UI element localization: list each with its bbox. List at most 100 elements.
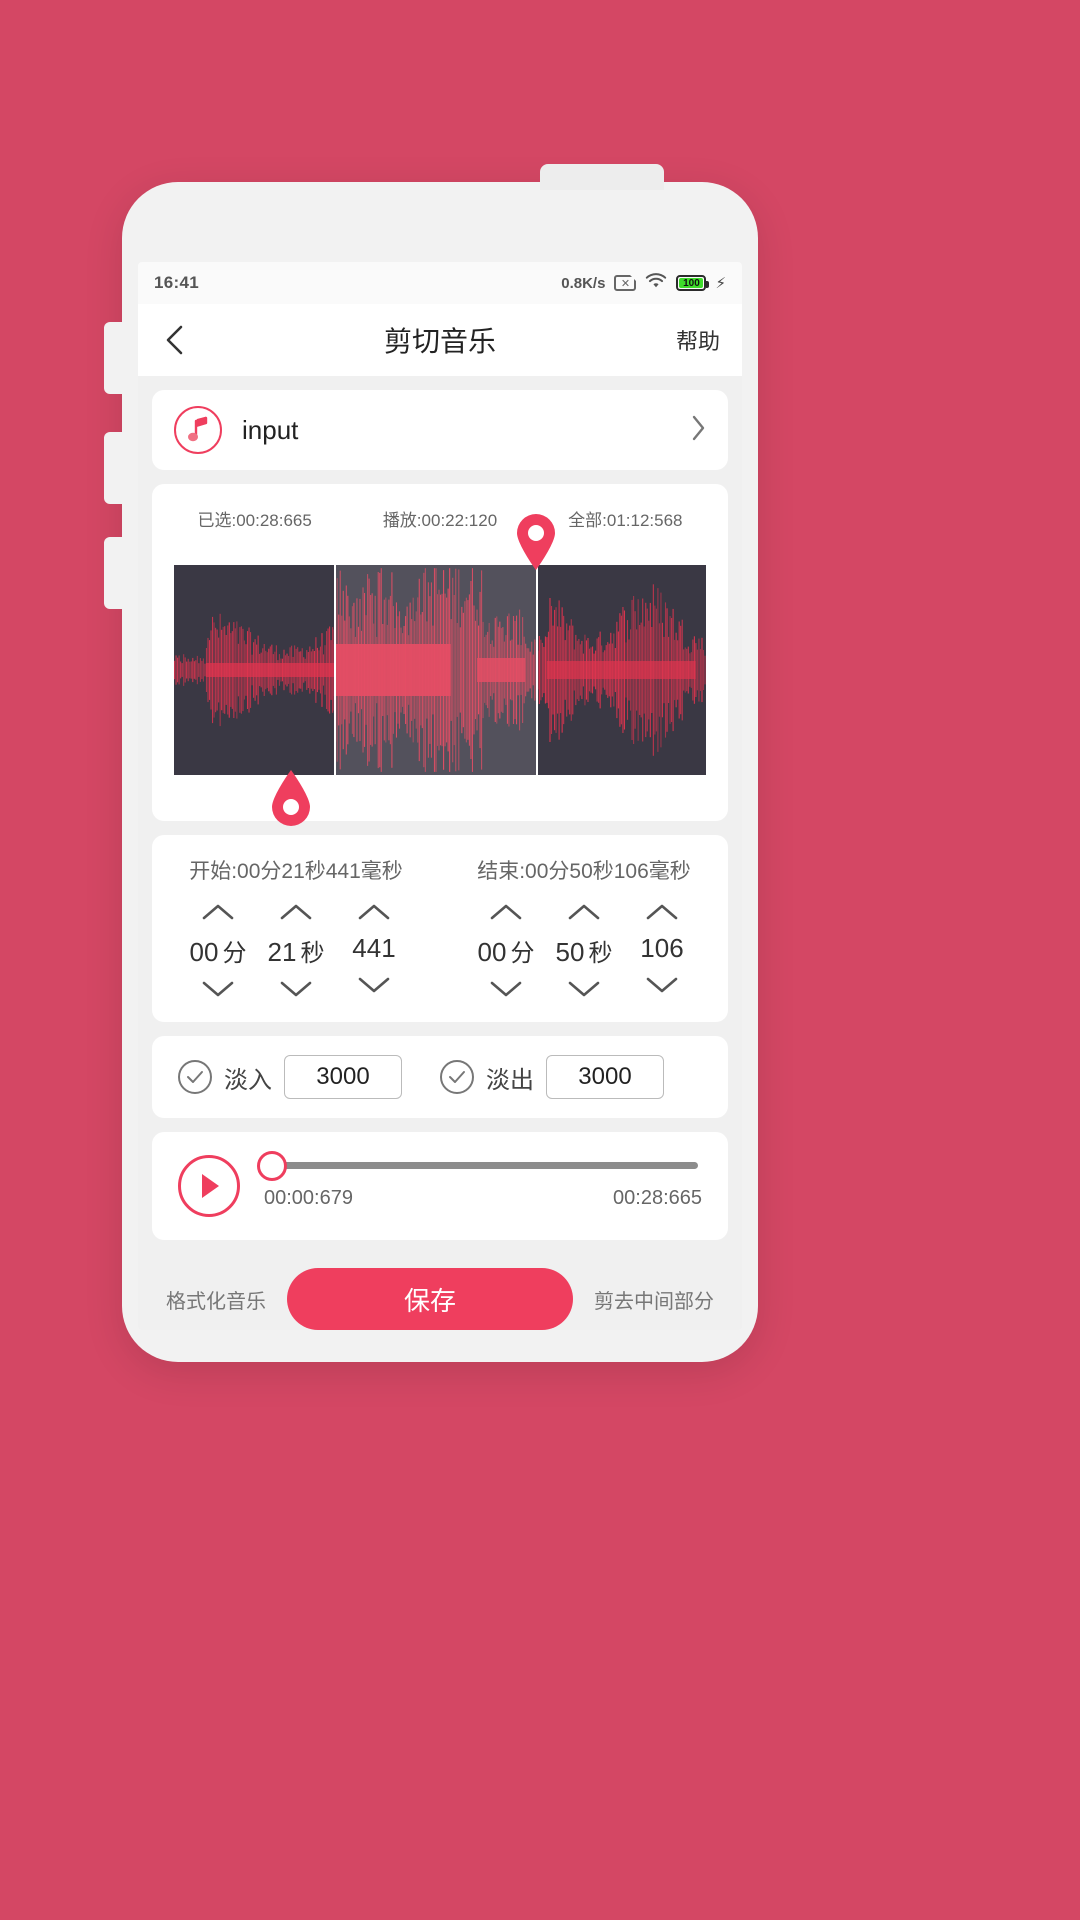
status-bar: 16:41 0.8K/s ✕ 100 ⚡ [138,262,742,304]
seek-slider-track[interactable] [257,1150,698,1181]
bottom-action-bar: 格式化音乐 保存 剪去中间部分 [138,1240,742,1330]
waveform-bottom-spacer [152,775,728,811]
help-button[interactable]: 帮助 [676,324,720,356]
file-row[interactable]: input [152,390,728,470]
end-marker-pin[interactable] [513,513,559,571]
end-seconds-value: 50 [555,937,585,967]
total-duration-label: 全部:01:12:568 [568,511,683,530]
music-note-icon [174,406,222,454]
end-time-label: 结束:00分50秒106毫秒 [477,860,691,883]
time-editor-card: 开始:00分21秒441毫秒 结束:00分50秒106毫秒 00 分 21 秒 … [152,835,728,1022]
fade-in-label: 淡入 [224,1066,272,1094]
total-time-label: 00:28:665 [613,1187,702,1209]
fade-out-group: 淡出 [440,1055,702,1099]
end-minutes-stepper: 00 分 [467,901,545,1000]
start-millis-value: 441 [352,933,396,963]
waveform-bars [174,568,706,772]
end-minutes-value: 00 [477,937,507,967]
chevron-down-icon[interactable] [486,978,526,1000]
waveform-card: 已选:00:28:665 播放:00:22:120 全部:01:12:568 [152,484,728,826]
end-seconds-stepper: 50 秒 [545,901,623,1000]
start-marker-pin[interactable] [268,769,314,827]
phone-top-nub [540,164,664,190]
waveform-info-row: 已选:00:28:665 播放:00:22:120 全部:01:12:568 [152,502,728,531]
start-seconds-stepper: 21 秒 [257,901,335,1000]
fade-in-input[interactable] [284,1055,402,1099]
start-minutes-unit: 分 [222,940,247,967]
start-minutes-stepper: 00 分 [179,901,257,1000]
check-circle-icon[interactable] [440,1060,474,1094]
chevron-up-icon[interactable] [198,901,238,923]
phone-side-button-3[interactable] [104,537,124,609]
start-minutes-value-row: 00 分 [190,933,247,968]
phone-side-button-2[interactable] [104,432,124,504]
end-seconds-value-row: 50 秒 [556,933,613,968]
app-header: 剪切音乐 帮助 [138,304,742,376]
format-music-button[interactable]: 格式化音乐 [166,1285,266,1314]
playing-position-label: 播放:00:22:120 [382,511,498,530]
cut-middle-button[interactable]: 剪去中间部分 [594,1285,714,1314]
file-name: input [242,414,299,445]
status-bar-icons: 0.8K/s ✕ 100 ⚡ [561,272,726,294]
phone-frame: 16:41 0.8K/s ✕ 100 ⚡ 剪切音乐 帮助 input 已选:00… [104,164,758,1362]
phone-screen: 16:41 0.8K/s ✕ 100 ⚡ 剪切音乐 帮助 input 已选:00… [138,262,742,1330]
fade-card: 淡入 淡出 [152,1036,728,1118]
play-button[interactable] [178,1155,240,1217]
player-row: 00:00:679 00:28:665 [152,1132,728,1240]
waveform-canvas[interactable] [174,565,706,775]
player-time-row: 00:00:679 00:28:665 [264,1187,702,1210]
network-speed-label: 0.8K/s [561,274,606,292]
wifi-icon [645,272,667,294]
time-editor-labels: 开始:00分21秒441毫秒 结束:00分50秒106毫秒 [152,855,728,885]
fade-out-label: 淡出 [486,1066,534,1094]
chevron-down-icon[interactable] [354,974,394,996]
end-seconds-unit: 秒 [588,940,613,967]
end-millis-value: 106 [640,933,684,963]
chevron-up-icon[interactable] [486,901,526,923]
start-seconds-value-row: 21 秒 [268,933,325,968]
start-millis-stepper: 441 [335,901,413,1000]
fade-row: 淡入 淡出 [152,1036,728,1118]
battery-level-label: 100 [683,277,700,289]
start-seconds-unit: 秒 [300,940,325,967]
start-time-stepper-group: 00 分 21 秒 441 [152,901,440,1000]
chevron-up-icon[interactable] [564,901,604,923]
chevron-up-icon[interactable] [354,901,394,923]
chevron-down-icon[interactable] [276,978,316,1000]
chevron-up-icon[interactable] [642,901,682,923]
chevron-down-icon[interactable] [198,978,238,1000]
chevron-up-icon[interactable] [276,901,316,923]
check-circle-icon[interactable] [178,1060,212,1094]
file-card: input [152,390,728,470]
status-clock: 16:41 [154,273,199,292]
chevron-down-icon[interactable] [564,978,604,1000]
end-millis-stepper: 106 [623,901,701,1000]
waveform-stage[interactable] [174,514,706,826]
selection-end-line [535,565,538,775]
start-minutes-value: 00 [189,937,219,967]
chevron-down-icon[interactable] [642,974,682,996]
page-title: 剪切音乐 [383,326,496,357]
end-time-stepper-group: 00 分 50 秒 106 [440,901,728,1000]
battery-icon: 100 [676,275,710,291]
current-time-label: 00:00:679 [264,1187,353,1209]
start-seconds-value: 21 [267,937,297,967]
start-millis-value-row: 441 [352,933,395,964]
player-card: 00:00:679 00:28:665 [152,1132,728,1240]
end-minutes-value-row: 00 分 [478,933,535,968]
save-button[interactable]: 保存 [287,1268,573,1330]
player-seek-area: 00:00:679 00:28:665 [257,1150,702,1210]
sim-no-signal-icon: ✕ [614,275,637,291]
fade-out-input[interactable] [546,1055,664,1099]
lightning-bolt-icon: ⚡ [715,275,726,292]
phone-side-button-1[interactable] [104,322,124,394]
seek-slider-knob[interactable] [257,1150,288,1181]
end-millis-value-row: 106 [640,933,683,964]
back-icon[interactable] [160,325,190,355]
selected-duration-label: 已选:00:28:665 [197,511,312,530]
selection-start-line [333,565,336,775]
time-steppers: 00 分 21 秒 441 00 分 50 秒 106 [152,901,728,1000]
start-time-label: 开始:00分21秒441毫秒 [189,860,403,883]
end-minutes-unit: 分 [510,940,535,967]
chevron-right-icon [690,414,706,447]
